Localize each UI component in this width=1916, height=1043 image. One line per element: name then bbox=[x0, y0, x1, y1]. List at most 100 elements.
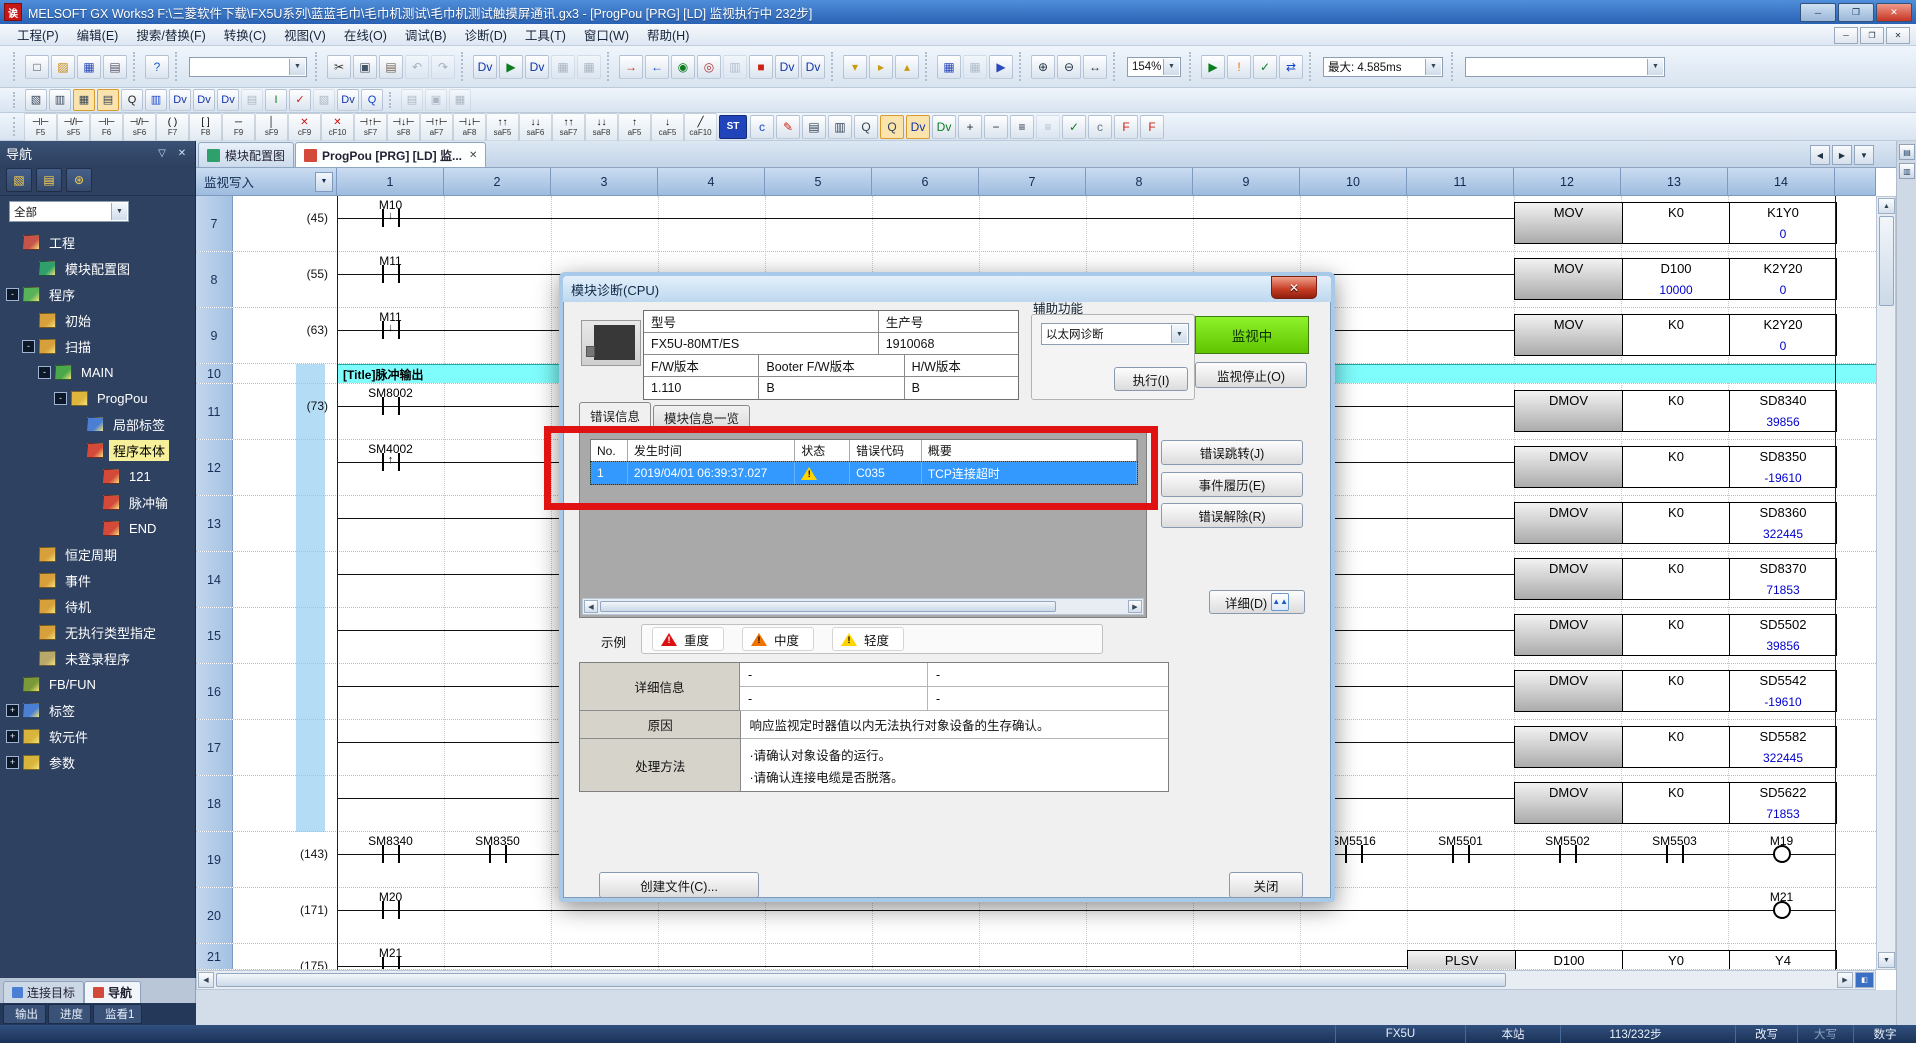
menu-item-0[interactable]: 工程(P) bbox=[8, 23, 68, 46]
error-indicator-icon[interactable]: ! bbox=[1227, 55, 1251, 79]
error-scroll-thumb[interactable] bbox=[600, 601, 1056, 612]
monitor-write-mode-combo[interactable]: 监视写入▼ bbox=[196, 168, 337, 196]
dev-write-icon[interactable]: Dv bbox=[775, 55, 799, 79]
error-clear-button[interactable]: 错误解除(R) bbox=[1161, 503, 1303, 528]
output-tab-输出[interactable]: 输出 bbox=[3, 1004, 46, 1024]
tab-list-icon[interactable]: ▼ bbox=[1854, 145, 1874, 165]
tree-item-END[interactable]: END bbox=[0, 515, 195, 541]
fb-convert2-icon[interactable]: F bbox=[1140, 115, 1164, 139]
tree-item-标签[interactable]: +标签 bbox=[0, 697, 195, 723]
instruction-box[interactable]: MOVD10010000K2Y200 bbox=[1514, 258, 1837, 300]
settings-gear-icon[interactable]: ⊛ bbox=[66, 168, 92, 192]
docked-window-icon[interactable]: ▤ bbox=[1899, 144, 1915, 160]
statement-edit-icon[interactable]: ▤ bbox=[802, 115, 826, 139]
intelligent-module-icon[interactable]: ▣ bbox=[425, 89, 447, 111]
create-file-button[interactable]: 创建文件(C)... bbox=[599, 872, 759, 898]
device-batch-icon[interactable]: Dv bbox=[525, 55, 549, 79]
ladder-symbol-aF5-button[interactable]: ↑aF5 bbox=[618, 113, 651, 141]
menu-item-3[interactable]: 转换(C) bbox=[215, 23, 275, 46]
mdi-minimize-button[interactable]: ─ bbox=[1834, 27, 1858, 44]
ladder-symbol-aF7-button[interactable]: ⊣↑⊢aF7 bbox=[420, 113, 453, 141]
ladder-symbol-F6-button[interactable]: ⊣⊢F6 bbox=[90, 113, 123, 141]
menu-item-2[interactable]: 搜索/替换(F) bbox=[127, 23, 214, 46]
window-restore-button[interactable]: ❐ bbox=[1838, 3, 1874, 22]
instruction-box[interactable]: MOVK0K1Y00 bbox=[1514, 202, 1837, 244]
scroll-down-icon[interactable]: ▼ bbox=[1878, 952, 1895, 968]
tab-close-icon[interactable]: ✕ bbox=[469, 150, 477, 161]
ladder-symbol-sF8-button[interactable]: ⊣↓⊢sF8 bbox=[387, 113, 420, 141]
menu-item-9[interactable]: 窗口(W) bbox=[575, 23, 638, 46]
scroll-up-icon[interactable]: ▲ bbox=[1878, 198, 1895, 214]
scroll-left-icon[interactable]: ◀ bbox=[198, 972, 214, 988]
tree-item-FB/FUN[interactable]: FB/FUN bbox=[0, 671, 195, 697]
navigation-window-icon[interactable]: ▧ bbox=[25, 89, 47, 111]
fb-convert-icon[interactable]: F bbox=[1114, 115, 1138, 139]
monitor-stop-button[interactable]: 监视停止(O) bbox=[1195, 362, 1307, 388]
tree-item-无执行类型指定[interactable]: 无执行类型指定 bbox=[0, 619, 195, 645]
tree-expander-icon[interactable]: - bbox=[22, 340, 35, 353]
ladder-symbol-F7-button[interactable]: ( )F7 bbox=[156, 113, 189, 141]
instruction-box[interactable]: DMOVK0SD8360322445 bbox=[1514, 502, 1837, 544]
pin-icon[interactable]: ▽ bbox=[155, 146, 169, 160]
instruction-box[interactable]: DMOVK0SD8350-19610 bbox=[1514, 446, 1837, 488]
dev-read-icon[interactable]: Dv bbox=[801, 55, 825, 79]
plc-stop-icon[interactable]: ■ bbox=[749, 55, 773, 79]
tab-scroll-right-icon[interactable]: ▶ bbox=[1832, 145, 1852, 165]
option-bubble-icon[interactable]: c bbox=[1088, 115, 1112, 139]
tree-item-程序[interactable]: -程序 bbox=[0, 281, 195, 307]
watch-window-icon[interactable]: ▤ bbox=[401, 89, 423, 111]
tree-item-脉冲输[interactable]: 脉冲输 bbox=[0, 489, 195, 515]
tree-item-扫描[interactable]: -扫描 bbox=[0, 333, 195, 359]
monitor-pause-icon[interactable]: ▥ bbox=[723, 55, 747, 79]
instruction-box[interactable]: MOVK0K2Y200 bbox=[1514, 314, 1837, 356]
scroll-right-icon[interactable]: ▶ bbox=[1837, 972, 1853, 988]
split-window-icon[interactable]: ▤ bbox=[97, 89, 119, 111]
tree-item-未登录程序[interactable]: 未登录程序 bbox=[0, 645, 195, 671]
ladder-symbol-F8-button[interactable]: [ ]F8 bbox=[189, 113, 222, 141]
tree-item-MAIN[interactable]: -MAIN bbox=[0, 359, 195, 385]
undo-icon[interactable]: ↶ bbox=[405, 55, 429, 79]
window-exec-icon[interactable]: ▶ bbox=[989, 55, 1013, 79]
open-file-icon[interactable]: ▨ bbox=[51, 55, 75, 79]
run-program-icon[interactable]: ▶ bbox=[1201, 55, 1225, 79]
zoom-level-combo[interactable]: 154%▼ bbox=[1127, 57, 1181, 77]
monitor-start-icon[interactable]: ◉ bbox=[671, 55, 695, 79]
split-box-icon[interactable]: ◧ bbox=[1855, 972, 1874, 988]
jump-next-icon[interactable]: ▴ bbox=[895, 55, 919, 79]
tree-item-ProgPou[interactable]: -ProgPou bbox=[0, 385, 195, 411]
read-from-plc-icon[interactable]: ← bbox=[645, 55, 669, 79]
tree-expander-icon[interactable]: - bbox=[6, 288, 19, 301]
program-check-icon[interactable]: ✓ bbox=[1062, 115, 1086, 139]
instruction-box[interactable]: DMOVK0SD837071853 bbox=[1514, 558, 1837, 600]
ladder-symbol-cF9-button[interactable]: ✕cF9 bbox=[288, 113, 321, 141]
copy-icon[interactable]: ▣ bbox=[353, 55, 377, 79]
quick-access-combo[interactable]: ▼ bbox=[189, 57, 307, 77]
menu-item-10[interactable]: 帮助(H) bbox=[638, 23, 698, 46]
docked-window2-icon[interactable]: ▥ bbox=[1899, 163, 1915, 179]
tree-item-121[interactable]: 121 bbox=[0, 463, 195, 489]
ladder-symbol-sF9-button[interactable]: │sF9 bbox=[255, 113, 288, 141]
tree-item-初始[interactable]: 初始 bbox=[0, 307, 195, 333]
tree-collapse-icon[interactable]: ▤ bbox=[36, 168, 62, 192]
error-jump-button[interactable]: 错误跳转(J) bbox=[1161, 440, 1303, 465]
inline-comment-icon[interactable]: c bbox=[750, 115, 774, 139]
insert-column-icon[interactable]: ≡ bbox=[1010, 115, 1034, 139]
window-minimize-button[interactable]: ─ bbox=[1800, 3, 1836, 22]
menu-item-6[interactable]: 调试(B) bbox=[396, 23, 456, 46]
instruction-box[interactable]: DMOVK0SD5582322445 bbox=[1514, 726, 1837, 768]
find-device-icon[interactable]: Q bbox=[361, 89, 383, 111]
window-close-button[interactable]: ✕ bbox=[1876, 3, 1912, 22]
device-jump-icon[interactable]: Dv bbox=[932, 115, 956, 139]
ok-indicator-icon[interactable]: ✓ bbox=[1253, 55, 1277, 79]
session-terminal-icon[interactable]: ▶ bbox=[499, 55, 523, 79]
instruction-box[interactable]: DMOVK0SD550239856 bbox=[1514, 614, 1837, 656]
delete-row-icon[interactable]: − bbox=[984, 115, 1008, 139]
event-history-button[interactable]: 事件履历(E) bbox=[1161, 472, 1303, 497]
module-tool-icon[interactable]: ▦ bbox=[449, 89, 471, 111]
tree-item-局部标签[interactable]: 局部标签 bbox=[0, 411, 195, 437]
ladder-symbol-saF7-button[interactable]: ↑↑saF7 bbox=[552, 113, 585, 141]
max-scan-time-combo[interactable]: 最大: 4.585ms▼ bbox=[1323, 57, 1443, 77]
bottom-tab-导航[interactable]: 导航 bbox=[84, 981, 141, 1003]
device-memory-icon[interactable]: Dv bbox=[193, 89, 215, 111]
zoom-out-icon[interactable]: ⊖ bbox=[1057, 55, 1081, 79]
